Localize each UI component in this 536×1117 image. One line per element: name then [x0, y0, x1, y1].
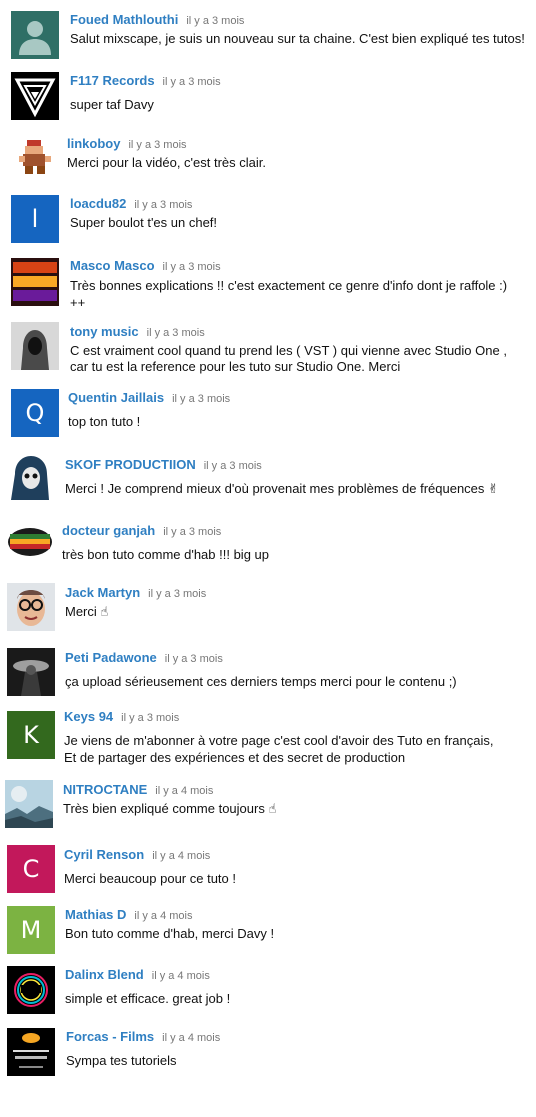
avatar[interactable]: K [7, 711, 55, 759]
comment-author[interactable]: Quentin Jaillais [68, 390, 164, 405]
avatar[interactable] [11, 258, 59, 306]
comment-time[interactable]: il y a 3 mois [186, 15, 244, 27]
dark-figure-icon [7, 648, 55, 696]
forcas-logo-icon [7, 1028, 55, 1076]
avatar[interactable] [11, 72, 59, 120]
comment-text: Je viens de m'abonner à votre page c'est… [64, 733, 494, 748]
avatar-letter: C [22, 855, 40, 883]
comment-author[interactable]: linkoboy [67, 136, 120, 151]
avatar[interactable] [6, 520, 54, 568]
comment-author[interactable]: Keys 94 [64, 709, 113, 724]
comment-time[interactable]: il y a 3 mois [163, 261, 221, 273]
comment-text: ça upload sérieusement ces derniers temp… [65, 674, 457, 689]
comment-time[interactable]: il y a 3 mois [163, 76, 221, 88]
avatar[interactable] [7, 583, 55, 631]
db-logo-icon [7, 966, 55, 1014]
comment-time[interactable]: il y a 3 mois [163, 526, 221, 538]
comment-time[interactable]: il y a 4 mois [162, 1032, 220, 1044]
comment-time[interactable]: il y a 3 mois [128, 139, 186, 151]
comment-text: Très bonnes explications !! c'est exacte… [70, 278, 508, 293]
comment-time[interactable]: il y a 3 mois [148, 588, 206, 600]
avatar[interactable] [7, 1028, 55, 1076]
f117-logo-icon [14, 78, 56, 118]
face-photo-icon [7, 583, 55, 631]
avatar[interactable] [5, 780, 53, 828]
avatar[interactable] [5, 452, 53, 500]
comment-time[interactable]: il y a 4 mois [155, 785, 213, 797]
comment-author[interactable]: loacdu82 [70, 196, 126, 211]
avatar[interactable]: M [7, 906, 55, 954]
comment-time[interactable]: il y a 4 mois [134, 910, 192, 922]
comment-time[interactable]: il y a 3 mois [204, 460, 262, 472]
comment-time[interactable]: il y a 3 mois [134, 199, 192, 211]
comment-time[interactable]: il y a 3 mois [121, 712, 179, 724]
comment-text: C est vraiment cool quand tu prend les (… [70, 343, 507, 358]
avatar[interactable] [7, 648, 55, 696]
avatar-letter: Q [25, 399, 45, 427]
comment-time[interactable]: il y a 3 mois [147, 327, 205, 339]
comment-author[interactable]: Peti Padawone [65, 650, 157, 665]
comment-time[interactable]: il y a 4 mois [152, 850, 210, 862]
comment-text: ++ [70, 295, 86, 310]
comment-author[interactable]: NITROCTANE [63, 782, 147, 797]
comment-text: Merci ! Je comprend mieux d'où provenait… [65, 481, 499, 496]
avatar[interactable]: l [11, 195, 59, 243]
comment-text: Et de partager des expériences et des se… [64, 750, 406, 765]
comment-text: Super boulot t'es un chef! [70, 215, 218, 230]
comment-author[interactable]: Foued Mathlouthi [70, 12, 178, 27]
comment-text: Sympa tes tutoriels [66, 1053, 177, 1068]
comment-text: Bon tuto comme d'hab, merci Davy ! [65, 926, 275, 941]
planet-landscape-icon [5, 780, 53, 828]
masco-logo-icon [11, 258, 59, 306]
comment-text: Très bien expliqué comme toujours ☝ [63, 801, 277, 816]
comment-text: super taf Davy [70, 97, 154, 112]
comment-author[interactable]: docteur ganjah [62, 523, 155, 538]
comment-author[interactable]: Dalinx Blend [65, 967, 144, 982]
reaper-icon [5, 452, 53, 500]
comment-text: simple et efficace. great job ! [65, 991, 231, 1006]
comment-time[interactable]: il y a 3 mois [172, 393, 230, 405]
comment-time[interactable]: il y a 3 mois [165, 653, 223, 665]
avatar[interactable]: C [7, 845, 55, 893]
avatar[interactable]: Q [11, 389, 59, 437]
comment-text: car tu est la reference pour les tuto su… [70, 359, 401, 374]
pixel-character-icon [19, 140, 51, 174]
avatar[interactable] [11, 11, 59, 59]
comment-text: top ton tuto ! [68, 414, 141, 429]
hooded-figure-icon [11, 322, 59, 370]
comment-text: Merci beaucoup pour ce tuto ! [64, 871, 236, 886]
ganjah-logo-icon [6, 520, 54, 568]
default-user-icon [19, 21, 51, 55]
comment-text: Salut mixscape, je suis un nouveau sur t… [70, 31, 525, 46]
comment-author[interactable]: SKOF PRODUCTIION [65, 457, 196, 472]
comment-author[interactable]: Masco Masco [70, 258, 155, 273]
comment-text: Merci pour la vidéo, c'est très clair. [67, 155, 266, 170]
avatar[interactable] [7, 966, 55, 1014]
comment-author[interactable]: Cyril Renson [64, 847, 144, 862]
comment-text: très bon tuto comme d'hab !!! big up [62, 547, 269, 562]
comment-author[interactable]: Jack Martyn [65, 585, 140, 600]
comment-time[interactable]: il y a 4 mois [152, 970, 210, 982]
comment-text: Merci ☝ [65, 604, 109, 619]
comment-author[interactable]: F117 Records [70, 73, 155, 88]
avatar-letter: M [20, 916, 42, 944]
comment-author[interactable]: tony music [70, 324, 139, 339]
avatar[interactable] [11, 322, 59, 370]
avatar-letter: l [31, 205, 39, 233]
comment-author[interactable]: Forcas - Films [66, 1029, 154, 1044]
comment-author[interactable]: Mathias D [65, 907, 126, 922]
avatar-letter: K [23, 721, 39, 749]
avatar[interactable] [11, 134, 59, 182]
